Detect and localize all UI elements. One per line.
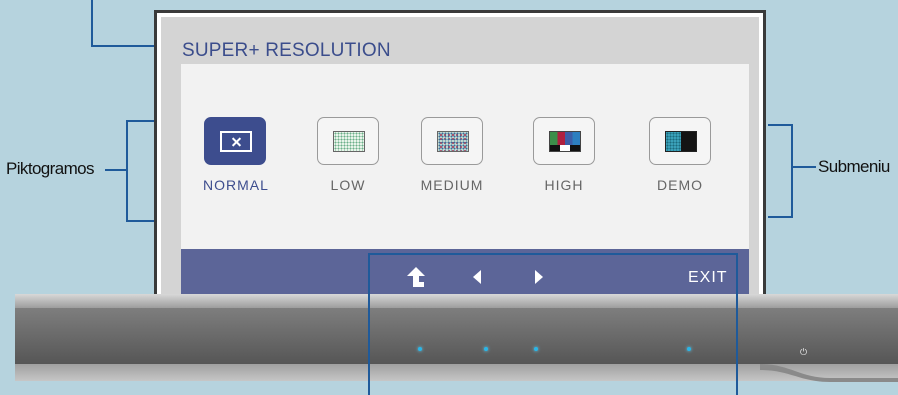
option-low-button[interactable] [317,117,379,165]
options-panel: NORMAL LOW MEDIUM HIGH DEMO [181,64,749,249]
option-high-button[interactable] [533,117,595,165]
submenu-bracket-bottom [768,216,793,218]
submenu-callout-connector [792,166,816,168]
left-arrow-icon[interactable] [472,270,482,289]
bezel-curve [760,364,898,382]
left-button-led[interactable] [484,347,488,351]
right-arrow-icon[interactable] [534,270,544,289]
option-demo[interactable]: DEMO [648,117,712,193]
up-arrow-icon[interactable] [407,267,425,292]
osd-menu: SUPER+ RESOLUTION NORMAL LOW MEDIUM HIGH… [161,17,759,309]
icons-bracket-vertical [126,120,128,222]
menu-title: SUPER+ RESOLUTION [182,40,391,61]
exit-button-led[interactable] [687,347,691,351]
exit-button[interactable]: EXIT [688,269,728,287]
option-demo-label: DEMO [657,177,703,193]
power-icon[interactable]: ⏻ [800,347,807,358]
submenu-callout-label: Submeniu [818,157,890,176]
submenu-bracket-top [768,124,793,126]
normal-icon [220,131,252,152]
icons-bracket-bottom [126,220,154,222]
medium-icon [437,131,469,152]
option-low[interactable]: LOW [316,117,380,193]
up-button-led[interactable] [418,347,422,351]
low-icon [333,131,365,152]
option-high-label: HIGH [544,177,584,193]
title-callout-vertical [91,0,93,47]
option-low-label: LOW [330,177,366,193]
bezel-top-edge [15,294,898,308]
option-normal-label: NORMAL [203,177,269,193]
icons-callout-label: Piktogramos [6,159,94,178]
buttons-bracket-left [368,253,370,395]
option-medium[interactable]: MEDIUM [420,117,484,193]
high-icon [549,131,581,152]
option-medium-label: MEDIUM [420,177,484,193]
buttons-bracket-top [368,253,738,255]
option-normal[interactable]: NORMAL [203,117,269,193]
buttons-bracket-right [736,253,738,395]
icons-bracket-top [126,120,154,122]
icons-callout-connector [105,169,127,171]
option-high[interactable]: HIGH [532,117,596,193]
option-medium-button[interactable] [421,117,483,165]
option-normal-button[interactable] [204,117,266,165]
title-callout-horizontal [91,45,155,47]
demo-icon [665,131,697,152]
submenu-bracket-vertical [791,124,793,218]
monitor-screen: SUPER+ RESOLUTION NORMAL LOW MEDIUM HIGH… [154,10,766,310]
right-button-led[interactable] [534,347,538,351]
monitor-bezel [15,308,898,364]
option-demo-button[interactable] [649,117,711,165]
